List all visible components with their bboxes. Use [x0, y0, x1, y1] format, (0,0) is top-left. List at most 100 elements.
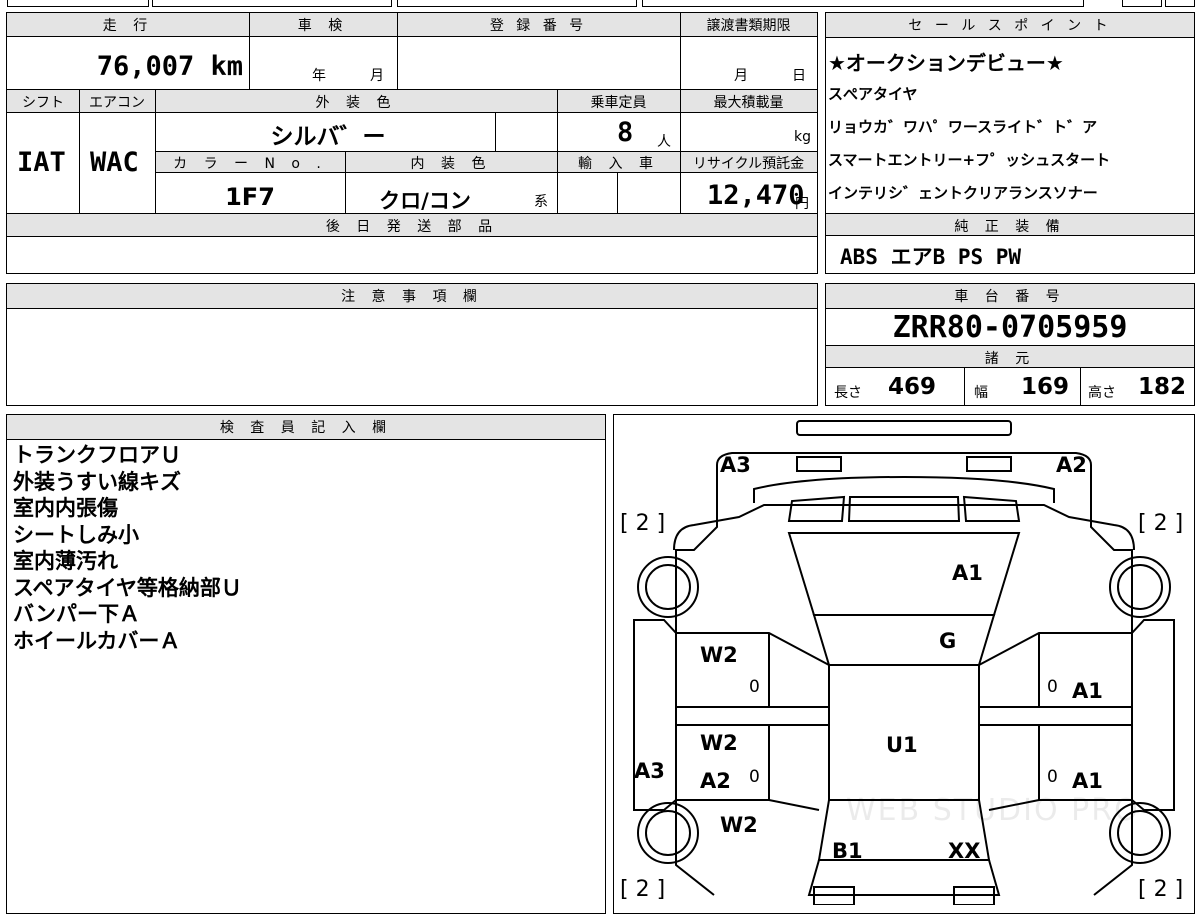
- recycle-unit: 円: [795, 196, 809, 212]
- inspection-year-unit: 年: [312, 68, 326, 84]
- sales-points-panel: セ ー ル ス ポ イ ン ト ★オークションデビュー★ スぺアタイヤ リョウカ…: [825, 12, 1195, 274]
- damage-rear-left: B1: [832, 839, 863, 863]
- divider: [495, 112, 496, 152]
- color-no-value: 1F7: [225, 183, 275, 211]
- tire-right-front-grade: [ 2 ]: [1138, 511, 1184, 536]
- aircon-value: WAC: [90, 147, 139, 178]
- damage-windshield: G: [939, 629, 957, 653]
- inspector-note: トランクフロアＵ: [13, 443, 181, 467]
- divider: [964, 368, 965, 406]
- vehicle-info-table: 走 行 車 検 登 録 番 号 譲渡書類期限 76,007 km 年 月 月 日…: [6, 12, 818, 274]
- interior-color-suffix: 系: [534, 194, 548, 210]
- divider: [557, 89, 558, 213]
- import-header: 輸 入 車: [578, 156, 659, 172]
- length-label: 長さ: [834, 385, 862, 401]
- notes-title: 注 意 事 項 欄: [341, 289, 483, 305]
- registration-header: 登 録 番 号: [489, 18, 588, 34]
- notes-panel: 注 意 事 項 欄: [6, 283, 818, 406]
- interior-color-header: 内 装 色: [410, 156, 492, 172]
- capacity-unit: 人: [657, 134, 671, 150]
- inspector-note: ホイールカバーＡ: [13, 628, 181, 653]
- color-no-header: カ ラ ー N o .: [173, 156, 327, 172]
- chassis-panel: 車 台 番 号 ZRR80-0705959 諸 元 長さ 469 幅 169 高…: [825, 283, 1195, 406]
- exterior-color-header: 外 装 色: [315, 95, 397, 111]
- sales-point-2: スぺアタイヤ: [828, 85, 918, 103]
- divider: [79, 89, 80, 213]
- divider: [1080, 368, 1081, 406]
- exterior-color-value: シルバ゛ー: [270, 124, 386, 150]
- headlight-right: [966, 456, 1012, 472]
- strip-segment: [1122, 0, 1162, 7]
- divider: [345, 151, 346, 213]
- tire-right-front-inner: [1117, 564, 1163, 610]
- damage-left-side: A3: [634, 759, 665, 783]
- damage-front-right: A2: [1056, 453, 1087, 477]
- interior-color-value: クロ/コン: [379, 189, 471, 213]
- inspection-header: 車 検: [297, 18, 349, 34]
- equipment-title: 純 正 装 備: [954, 219, 1066, 235]
- capacity-value: 8: [617, 117, 634, 148]
- sales-point-1: ★オークションデビュー★: [828, 51, 1064, 75]
- later-parts-header: 後 日 発 送 部 品: [325, 219, 499, 235]
- inspector-note: 室内内張傷: [13, 496, 118, 520]
- height-label: 高さ: [1088, 385, 1116, 401]
- specs-title: 諸 元: [984, 351, 1036, 367]
- front-light-l: [787, 495, 846, 522]
- strip-segment: [152, 0, 392, 7]
- aircon-header: エアコン: [89, 95, 145, 111]
- tire-left-rear-grade: [ 2 ]: [620, 877, 666, 902]
- divider: [617, 172, 618, 213]
- equipment-value: ABS エアB PS PW: [840, 245, 1022, 269]
- inspector-note: 室内薄汚れ: [13, 549, 118, 573]
- damage-hood: A1: [952, 561, 983, 585]
- grille-outline: [753, 475, 1055, 503]
- chassis-title: 車 台 番 号: [954, 289, 1066, 305]
- max-load-unit: kg: [794, 129, 811, 145]
- divider: [7, 112, 817, 113]
- transfer-deadline-header: 譲渡書類期限: [706, 18, 791, 34]
- inspector-panel: 検 査 員 記 入 欄 トランクフロアＵ 外装うすい線キズ 室内内張傷 シートし…: [6, 414, 606, 914]
- divider: [397, 13, 398, 89]
- sales-point-5: インテリシ゛ェントクリアランスソナー: [828, 184, 1098, 202]
- inspection-month-unit: 月: [370, 68, 384, 84]
- damage-right-front-door: A1: [1072, 679, 1103, 703]
- inspector-note: バンパー下Ａ: [13, 602, 141, 626]
- right-side-panel: [1131, 619, 1175, 811]
- zero-right-rear: 0: [1047, 767, 1058, 787]
- tire-right-rear-grade: [ 2 ]: [1138, 877, 1184, 902]
- hood-panel: [787, 532, 1021, 616]
- zero-left-front: 0: [749, 677, 760, 697]
- damage-left-quarter: W2: [720, 813, 758, 837]
- damage-left-rear-door: W2: [700, 731, 738, 755]
- sales-point-3: リョウカ゛ワハ゜ワースライト゛ト゛ア: [828, 118, 1098, 136]
- watermark: WEB STUDIO PRO: [846, 793, 1140, 828]
- inspector-notes-list: トランクフロアＵ 外装うすい線キズ 室内内張傷 シートしみ小 室内薄汚れ スペア…: [13, 442, 242, 654]
- capacity-header: 乗車定員: [590, 95, 647, 111]
- mileage-header: 走 行: [102, 18, 154, 34]
- shift-value: IAT: [17, 147, 66, 178]
- mileage-value: 76,007 km: [96, 51, 243, 82]
- length-value: 469: [888, 374, 937, 400]
- height-value: 182: [1138, 374, 1187, 400]
- width-value: 169: [1021, 374, 1070, 400]
- tire-left-rear-inner: [645, 810, 691, 856]
- tire-left-front-grade: [ 2 ]: [620, 511, 666, 536]
- sales-points-title: セ ー ル ス ポ イ ン ト: [908, 18, 1112, 34]
- front-light-r: [962, 495, 1021, 522]
- inspector-note: スペアタイヤ等格納部Ｕ: [13, 575, 242, 600]
- headlight-left: [796, 456, 842, 472]
- front-fender-line: [673, 504, 1135, 551]
- shift-header: シフト: [22, 95, 64, 111]
- width-label: 幅: [974, 385, 988, 401]
- transfer-day-unit: 日: [792, 68, 806, 84]
- windshield: [812, 614, 996, 666]
- inspector-note: シートしみ小: [13, 522, 139, 547]
- divider: [7, 236, 817, 237]
- tire-left-front-inner: [645, 564, 691, 610]
- divider: [249, 13, 250, 89]
- max-load-header: 最大積載量: [713, 95, 784, 111]
- car-diagram-panel: [ 2 ] [ 2 ] [ 2 ] [ 2 ] A3 A2 A1 G W2 0 …: [613, 414, 1195, 914]
- inspector-note: 外装うすい線キズ: [13, 469, 181, 494]
- front-light-c: [847, 496, 961, 522]
- front-bumper-bar: [796, 420, 1012, 436]
